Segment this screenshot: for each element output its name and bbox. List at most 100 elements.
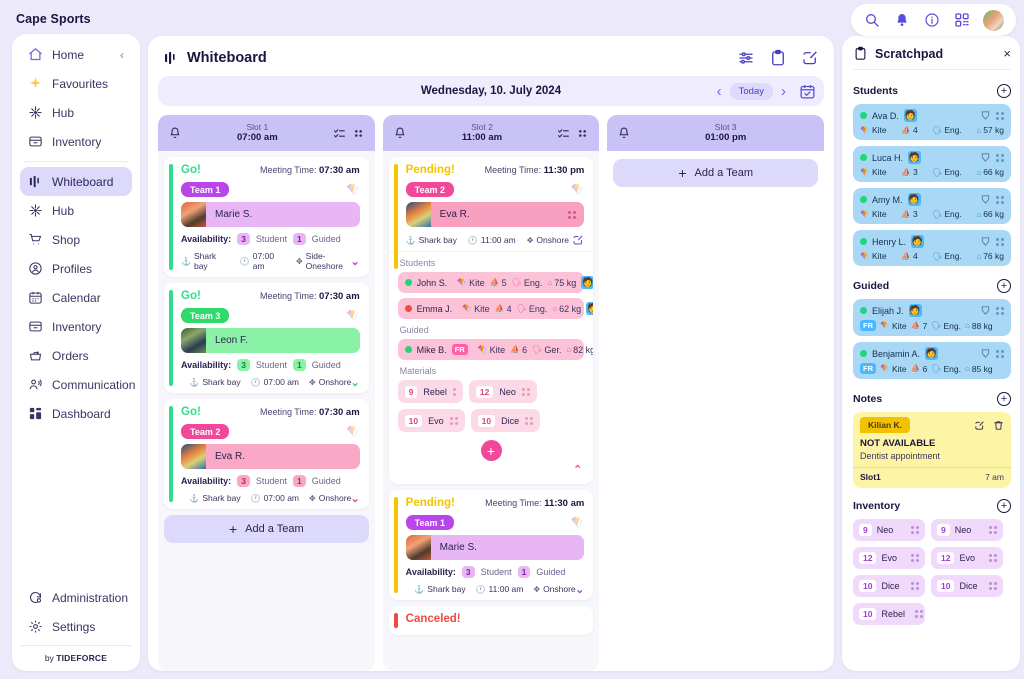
inventory-item[interactable]: 10 Dice (853, 575, 925, 597)
tag-icon[interactable] (980, 348, 991, 359)
drag-handle-icon[interactable] (911, 582, 919, 590)
clipboard-icon[interactable] (769, 49, 787, 67)
sidebar-item-shop[interactable]: Shop (20, 225, 132, 254)
tag-icon[interactable] (980, 110, 991, 121)
collapse-card-button[interactable]: ⌃ (398, 463, 582, 476)
drag-handle-icon[interactable] (996, 111, 1004, 120)
sidebar-item-calendar[interactable]: Calendar (20, 283, 132, 312)
info-icon[interactable] (923, 12, 940, 29)
bell-icon[interactable] (617, 126, 631, 140)
guided-row[interactable]: Mike B. FR 🪁Kite ⛵6 🗣Ger. ⌂82 kg 🧑 (397, 339, 593, 360)
drag-handle-icon[interactable] (521, 387, 530, 396)
today-button[interactable]: Today (729, 82, 773, 100)
bell-icon[interactable] (168, 126, 182, 140)
material-item[interactable]: 12 Neo (468, 380, 537, 403)
team-member-row[interactable]: Marie S. (181, 202, 360, 227)
team-card[interactable]: Canceled! (388, 606, 594, 635)
drag-handle-icon[interactable] (914, 610, 923, 618)
inventory-item[interactable]: 9 Neo (931, 519, 1003, 541)
add-team-button[interactable]: + Add a Team (613, 159, 819, 187)
bell-icon[interactable] (393, 126, 407, 140)
tag-icon[interactable] (980, 152, 991, 163)
scratchpad-student-card[interactable]: Amy M. 🧑 🪁 Kite ⛵ 3 🗣 Eng. ⌂ 66 kg (853, 188, 1011, 224)
sidebar-item-whiteboard[interactable]: Whiteboard (20, 167, 132, 196)
inventory-item[interactable]: 12 Evo (853, 547, 925, 569)
team-member-row[interactable]: Marie S. (405, 535, 585, 560)
grid-drag-icon[interactable] (576, 127, 589, 140)
note-card[interactable]: Kilian K. NOT AVAILABLE Dentist appointm… (853, 412, 1011, 488)
add-material-button[interactable]: + (480, 440, 502, 461)
sidebar-item-home[interactable]: Home ‹ (20, 40, 132, 69)
inventory-item[interactable]: 10 Rebel (853, 603, 925, 625)
calendar-picker-icon[interactable] (799, 83, 816, 100)
drag-handle-icon[interactable] (996, 153, 1004, 162)
tag-icon[interactable] (980, 236, 991, 247)
drag-handle-icon[interactable] (989, 582, 997, 590)
search-icon[interactable] (863, 12, 880, 29)
scratchpad-guided-card[interactable]: Benjamin A. 🧑 FR 🪁 Kite ⛵ 6 🗣 Eng. ⌂ 85 kg (853, 342, 1011, 379)
team-card[interactable]: Go! Meeting Time: 07:30 am Team 3 🪁 Leon (164, 283, 369, 393)
add-inventory-button[interactable]: + (997, 499, 1011, 513)
scratchpad-guided-card[interactable]: Elijah J. 🧑 FR 🪁 Kite ⛵ 7 🗣 Eng. ⌂ 88 kg (853, 299, 1011, 336)
drag-handle-icon[interactable] (449, 416, 458, 425)
drag-handle-icon[interactable] (911, 526, 919, 534)
sidebar-item-inventory-1[interactable]: Inventory (20, 127, 132, 156)
grid-drag-icon[interactable] (352, 127, 365, 140)
previous-day-button[interactable]: ‹ (714, 84, 725, 99)
scratchpad-student-card[interactable]: Henry L. 🧑 🪁 Kite ⛵ 4 🗣 Eng. ⌂ 76 kg (853, 230, 1011, 266)
checklist-icon[interactable] (557, 127, 570, 140)
material-item[interactable]: 9 Rebel (397, 380, 463, 403)
sidebar-item-hub-2[interactable]: Hub (20, 196, 132, 225)
scratchpad-student-card[interactable]: Luca H. 🧑 🪁 Kite ⛵ 3 🗣 Eng. ⌂ 66 kg (853, 146, 1011, 182)
sidebar-item-administration[interactable]: Administration (20, 583, 132, 612)
drag-handle-icon[interactable] (996, 306, 1004, 315)
sidebar-item-dashboard[interactable]: Dashboard (20, 399, 132, 428)
inventory-item[interactable]: 9 Neo (853, 519, 925, 541)
drag-handle-icon[interactable] (996, 237, 1004, 246)
qr-icon[interactable] (953, 12, 970, 29)
close-icon[interactable]: × (1003, 46, 1011, 61)
add-team-button[interactable]: + Add a Team (164, 515, 369, 543)
drag-handle-icon[interactable] (989, 554, 997, 562)
sidebar-item-settings[interactable]: Settings (20, 612, 132, 641)
bell-icon[interactable] (893, 12, 910, 29)
drag-handle-icon[interactable] (996, 349, 1004, 358)
sidebar-item-profiles[interactable]: Profiles (20, 254, 132, 283)
team-member-row[interactable]: Eva R. (405, 202, 585, 227)
trash-icon[interactable] (993, 420, 1004, 431)
inventory-item[interactable]: 12 Evo (931, 547, 1003, 569)
filter-icon[interactable] (737, 49, 755, 67)
material-item[interactable]: 10 Dice (470, 409, 541, 432)
drag-handle-icon[interactable] (911, 554, 919, 562)
sidebar-item-orders[interactable]: Orders (20, 341, 132, 370)
expand-card-button[interactable]: ⌄ (350, 376, 359, 389)
edit-icon[interactable] (801, 49, 819, 67)
add-note-button[interactable]: + (997, 392, 1011, 406)
edit-icon[interactable] (974, 420, 985, 431)
inventory-item[interactable]: 10 Dice (931, 575, 1003, 597)
sidebar-item-inventory-2[interactable]: Inventory (20, 312, 132, 341)
drag-handle-icon[interactable] (568, 210, 577, 219)
team-card[interactable]: Go! Meeting Time: 07:30 am Team 2 🪁 Eva (164, 399, 369, 509)
team-card[interactable]: Go! Meeting Time: 07:30 am Team 1 🪁 Mari (164, 157, 369, 277)
drag-handle-icon[interactable] (989, 526, 997, 534)
chevron-left-icon[interactable]: ‹ (120, 48, 124, 62)
drag-handle-icon[interactable] (996, 195, 1004, 204)
edit-icon[interactable] (572, 234, 584, 246)
sidebar-item-communication[interactable]: Communication (20, 370, 135, 399)
drag-handle-icon[interactable] (452, 387, 456, 396)
sidebar-item-hub-1[interactable]: Hub (20, 98, 132, 127)
expand-card-button[interactable]: ⌄ (350, 492, 359, 505)
checklist-icon[interactable] (333, 127, 346, 140)
drag-handle-icon[interactable] (525, 416, 534, 425)
next-day-button[interactable]: › (778, 84, 789, 99)
tag-icon[interactable] (980, 305, 991, 316)
add-student-button[interactable]: + (997, 84, 1011, 98)
expand-card-button[interactable]: ⌄ (575, 583, 584, 596)
expand-card-button[interactable]: ⌄ (350, 255, 359, 268)
add-guided-button[interactable]: + (997, 279, 1011, 293)
scratchpad-student-card[interactable]: Ava D. 🧑 🪁 Kite ⛵ 4 🗣 Eng. ⌂ 57 kg (853, 104, 1011, 140)
sidebar-item-favourites[interactable]: Favourites (20, 69, 132, 98)
student-row[interactable]: John S. 🪁 Kite ⛵ 5 🗣 Eng. ⌂ 75 kg 🧑 (397, 272, 594, 293)
tag-icon[interactable] (980, 194, 991, 205)
